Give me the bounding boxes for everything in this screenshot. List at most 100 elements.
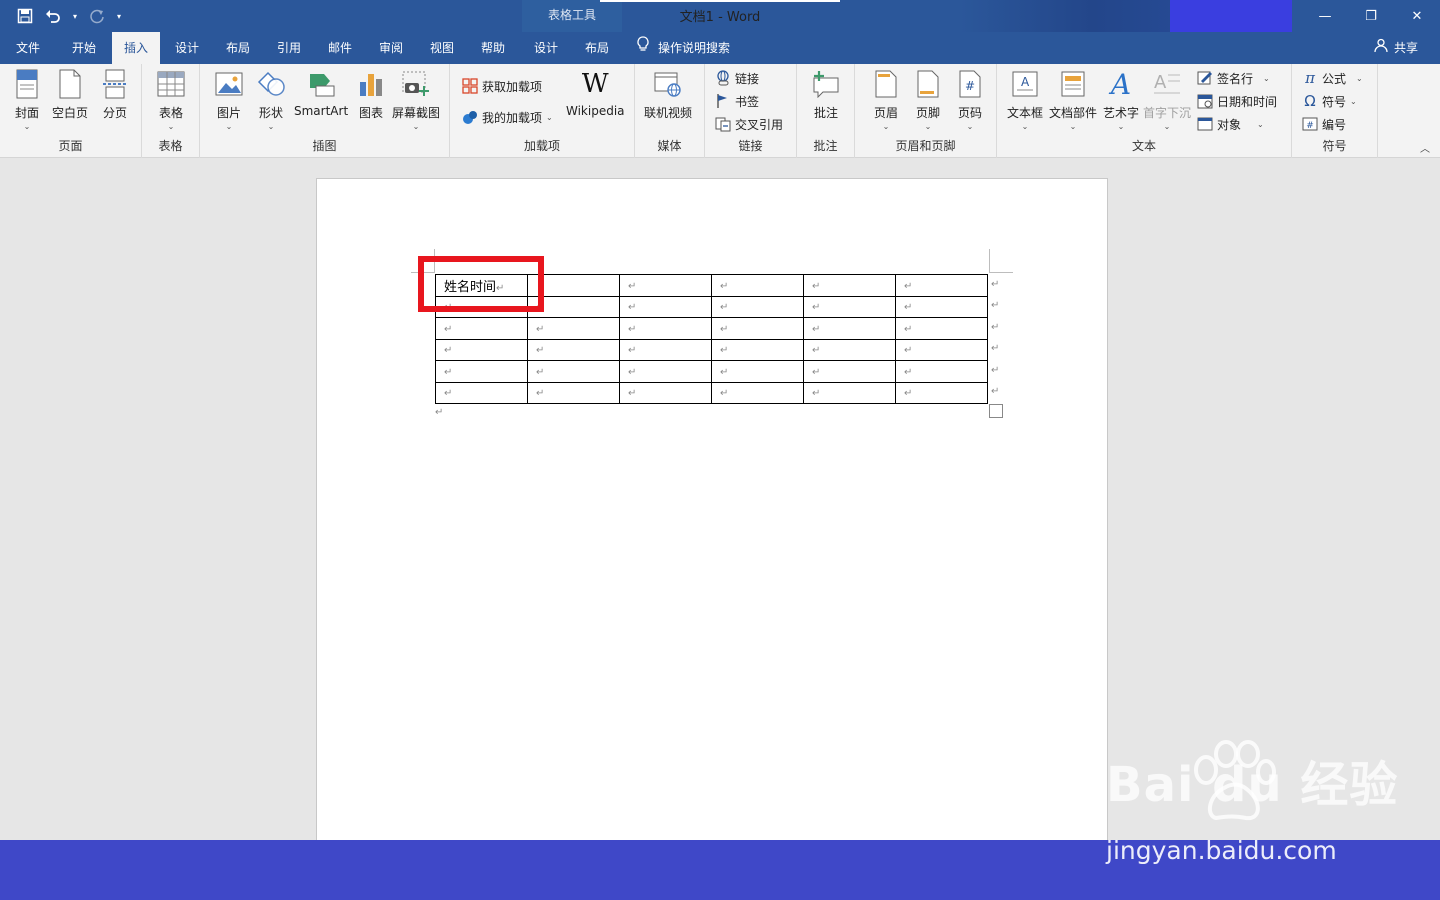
symbol-button[interactable]: Ω 符号 ⌄ <box>1302 91 1356 111</box>
table-cell[interactable]: ↵ <box>711 381 804 404</box>
table-cell[interactable]: ↵ <box>527 338 620 361</box>
date-time-button[interactable]: 日期和时间 <box>1197 91 1277 111</box>
get-addins-button[interactable]: 获取加载项 <box>462 76 542 96</box>
table-resize-handle[interactable] <box>989 404 1003 418</box>
tab-view[interactable]: 视图 <box>418 32 466 64</box>
table-cell[interactable]: ↵ <box>803 338 896 361</box>
table-cell[interactable]: ↵ <box>435 381 528 404</box>
tab-table-design[interactable]: 设计 <box>522 32 570 64</box>
tab-help[interactable]: 帮助 <box>468 32 518 64</box>
table-cell[interactable]: ↵ <box>435 360 528 383</box>
tab-insert[interactable]: 插入 <box>112 32 160 64</box>
table-cell[interactable]: ↵ <box>803 360 896 383</box>
page-number-button[interactable]: # 页码 ⌄ <box>955 68 985 131</box>
tab-design[interactable]: 设计 <box>162 32 212 64</box>
link-button[interactable]: 链接 <box>715 68 759 88</box>
table-cell[interactable]: ↵ <box>711 295 804 318</box>
paragraph-mark: ↵ <box>628 388 637 400</box>
table-cell[interactable]: ↵ <box>619 274 712 297</box>
table-cell[interactable]: ↵ <box>527 360 620 383</box>
tell-me-search[interactable]: 操作说明搜索 <box>636 32 730 64</box>
minimize-button[interactable]: — <box>1302 0 1348 32</box>
table-cell[interactable]: ↵ <box>895 295 988 318</box>
table-cell[interactable]: ↵ <box>619 295 712 318</box>
signature-line-button[interactable]: 签名行 ⌄ <box>1197 68 1270 88</box>
table-cell[interactable]: ↵ <box>711 338 804 361</box>
save-icon[interactable] <box>14 6 36 26</box>
table-cell[interactable]: ↵ <box>895 338 988 361</box>
paragraph-mark: ↵ <box>720 345 729 357</box>
table-cell[interactable]: ↵ <box>803 317 896 340</box>
online-video-button[interactable]: 联机视频 <box>644 68 692 121</box>
table-cell[interactable]: ↵ <box>619 338 712 361</box>
screenshot-button[interactable]: 屏幕截图 ⌄ <box>392 68 440 131</box>
blank-page-button[interactable]: 空白页 <box>52 68 88 121</box>
table-cell[interactable]: ↵ <box>619 360 712 383</box>
chart-button[interactable]: 图表 <box>356 68 386 121</box>
store-icon <box>462 78 478 94</box>
paragraph-mark: ↵ <box>904 366 913 378</box>
cover-page-button[interactable]: 封面 ⌄ <box>12 68 42 131</box>
quick-parts-button[interactable]: 文档部件 ⌄ <box>1049 68 1097 131</box>
wikipedia-button[interactable]: W Wikipedia <box>566 68 625 118</box>
smartart-button[interactable]: SmartArt <box>294 68 348 118</box>
undo-dropdown-icon[interactable]: ▾ <box>70 6 80 26</box>
picture-button[interactable]: 图片 ⌄ <box>214 68 244 131</box>
equation-button[interactable]: π 公式 ⌄ <box>1302 68 1363 88</box>
table-cell[interactable]: ↵ <box>435 317 528 340</box>
wordart-button[interactable]: A 艺术字 ⌄ <box>1103 68 1139 132</box>
smartart-icon <box>306 68 336 100</box>
collapse-ribbon-icon[interactable]: ︿ <box>1420 140 1430 155</box>
table-cell[interactable]: ↵ <box>895 274 988 297</box>
tab-home[interactable]: 开始 <box>58 32 110 64</box>
tab-file[interactable]: 文件 <box>0 32 56 64</box>
tab-mailings[interactable]: 邮件 <box>316 32 364 64</box>
quick-parts-icon <box>1058 68 1088 100</box>
table-button[interactable]: 表格 ⌄ <box>156 68 186 131</box>
table-cell[interactable]: ↵ <box>435 338 528 361</box>
customize-qat-icon[interactable]: ▾ <box>114 6 124 26</box>
table-cell[interactable]: ↵ <box>711 274 804 297</box>
table-cell[interactable]: ↵ <box>619 381 712 404</box>
table-cell[interactable]: ↵ <box>711 360 804 383</box>
textbox-button[interactable]: A 文本框 ⌄ <box>1007 68 1043 131</box>
close-button[interactable]: ✕ <box>1394 0 1440 32</box>
object-button[interactable]: 对象 ⌄ <box>1197 114 1264 134</box>
table-row: ↵ ↵ ↵ ↵ ↵ ↵ <box>435 317 988 340</box>
number-button[interactable]: # 编号 <box>1302 114 1346 134</box>
table-cell[interactable]: ↵ <box>803 274 896 297</box>
table-cell[interactable]: ↵ <box>619 317 712 340</box>
table-cell[interactable]: ↵ <box>895 360 988 383</box>
new-comment-button[interactable]: 批注 <box>811 68 841 121</box>
table-cell[interactable]: ↵ <box>895 317 988 340</box>
share-button[interactable]: 共享 <box>1374 32 1418 64</box>
table-cell[interactable]: ↵ <box>711 317 804 340</box>
shapes-button[interactable]: 形状 ⌄ <box>256 68 286 131</box>
redo-icon[interactable] <box>86 6 108 26</box>
document-title: 文档1 - Word <box>679 10 761 25</box>
bookmark-button[interactable]: 书签 <box>715 91 759 111</box>
bar-chart-icon <box>356 68 386 100</box>
table-cell[interactable]: ↵ <box>527 381 620 404</box>
my-addins-label: 我的加载项 <box>482 110 543 125</box>
page-break-button[interactable]: 分页 <box>100 68 130 121</box>
table-cell[interactable]: ↵ <box>803 295 896 318</box>
table-cell[interactable]: ↵ <box>895 381 988 404</box>
tab-layout[interactable]: 布局 <box>214 32 262 64</box>
tab-references[interactable]: 引用 <box>264 32 314 64</box>
group-addins-label: 加载项 <box>523 139 560 153</box>
my-addins-button[interactable]: 我的加载项 ⌄ <box>462 107 553 127</box>
tab-review[interactable]: 审阅 <box>366 32 416 64</box>
tab-table-layout[interactable]: 布局 <box>572 32 622 64</box>
table-cell[interactable]: ↵ <box>527 317 620 340</box>
signature-icon <box>1197 70 1213 86</box>
undo-icon[interactable] <box>42 6 64 26</box>
chevron-down-icon: ⌄ <box>546 112 553 122</box>
table-cell[interactable]: ↵ <box>803 381 896 404</box>
header-button[interactable]: 页眉 ⌄ <box>871 68 901 131</box>
footer-button[interactable]: 页脚 ⌄ <box>913 68 943 131</box>
cross-reference-button[interactable]: 交叉引用 <box>715 114 783 134</box>
restore-button[interactable]: ❐ <box>1348 0 1394 32</box>
dropcap-button[interactable]: A 首字下沉 ⌄ <box>1143 68 1191 131</box>
calendar-icon <box>1197 93 1213 109</box>
